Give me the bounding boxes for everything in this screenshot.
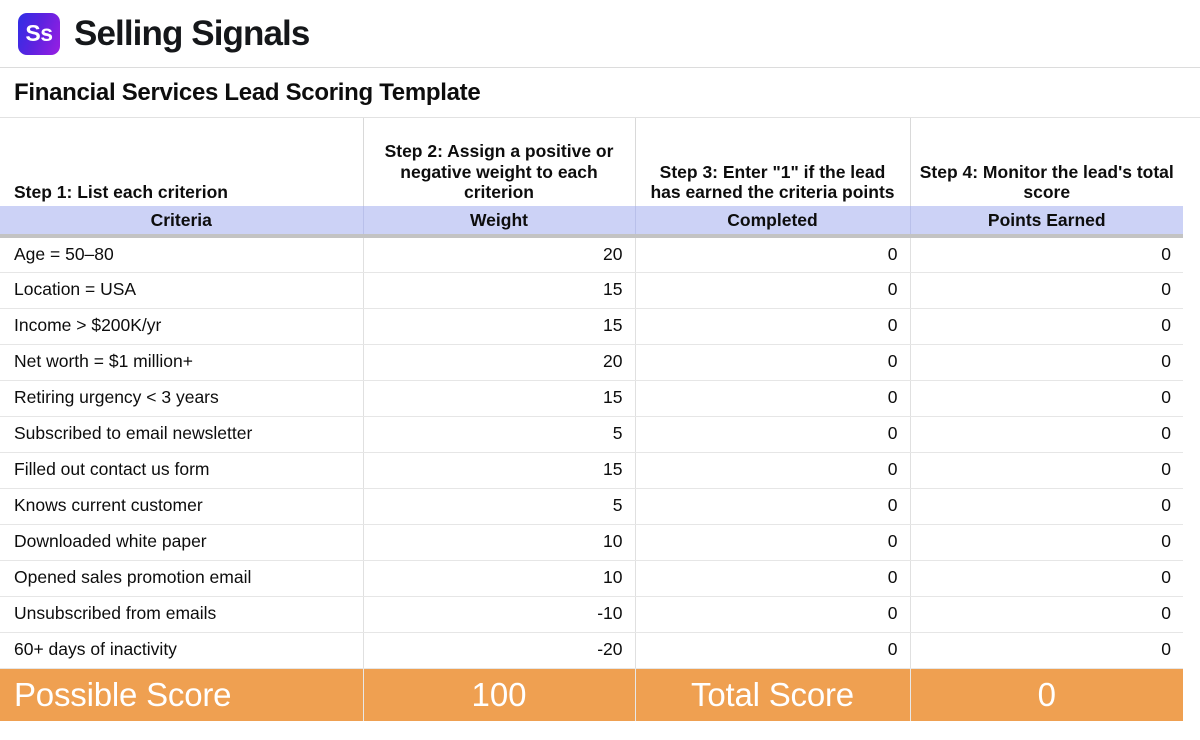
weight-cell[interactable]: -20 (363, 632, 636, 669)
completed-cell[interactable]: 0 (635, 236, 911, 273)
points-earned-cell: 0 (910, 632, 1183, 669)
completed-cell[interactable]: 0 (635, 452, 911, 489)
table-row: Age = 50–80 20 0 0 (0, 236, 1183, 273)
points-earned-cell: 0 (910, 452, 1183, 489)
spreadsheet-page: Ss Selling Signals Financial Services Le… (0, 0, 1200, 740)
page-title: Financial Services Lead Scoring Template (0, 68, 1200, 118)
weight-cell[interactable]: 20 (363, 344, 636, 381)
column-header-points-earned: Points Earned (910, 206, 1183, 238)
completed-cell[interactable]: 0 (635, 596, 911, 633)
points-earned-cell: 0 (910, 380, 1183, 417)
criteria-cell: Subscribed to email newsletter (0, 416, 364, 453)
logo-monogram: Ss (25, 20, 53, 46)
table-row: Subscribed to email newsletter 5 0 0 (0, 416, 1183, 453)
points-earned-cell: 0 (910, 560, 1183, 597)
total-score-value: 0 (910, 667, 1183, 721)
table-row: Net worth = $1 million+ 20 0 0 (0, 344, 1183, 381)
weight-cell[interactable]: 5 (363, 488, 636, 525)
weight-cell[interactable]: 15 (363, 272, 636, 309)
completed-cell[interactable]: 0 (635, 560, 911, 597)
possible-score-value: 100 (363, 667, 636, 721)
criteria-cell: Retiring urgency < 3 years (0, 380, 364, 417)
table-row: Unsubscribed from emails -10 0 0 (0, 596, 1183, 633)
step-2-instruction: Step 2: Assign a positive or negative we… (363, 118, 636, 206)
weight-cell[interactable]: 10 (363, 560, 636, 597)
criteria-cell: 60+ days of inactivity (0, 632, 364, 669)
step-1-instruction: Step 1: List each criterion (0, 118, 364, 206)
points-earned-cell: 0 (910, 596, 1183, 633)
column-header-criteria: Criteria (0, 206, 364, 238)
table-row: Opened sales promotion email 10 0 0 (0, 560, 1183, 597)
step-instructions-row: Step 1: List each criterion Step 2: Assi… (0, 118, 1183, 206)
brand-name: Selling Signals (74, 14, 310, 53)
weight-cell[interactable]: 15 (363, 380, 636, 417)
criteria-cell: Unsubscribed from emails (0, 596, 364, 633)
completed-cell[interactable]: 0 (635, 524, 911, 561)
column-header-completed: Completed (635, 206, 911, 238)
step-4-instruction: Step 4: Monitor the lead's total score (919, 161, 1174, 203)
lead-scoring-table: Step 1: List each criterion Step 2: Assi… (0, 118, 1183, 721)
completed-cell[interactable]: 0 (635, 416, 911, 453)
total-score-label: Total Score (635, 667, 911, 721)
weight-cell[interactable]: 10 (363, 524, 636, 561)
table-row: Income > $200K/yr 15 0 0 (0, 308, 1183, 345)
points-earned-cell: 0 (910, 488, 1183, 525)
table-row: Downloaded white paper 10 0 0 (0, 524, 1183, 561)
criteria-cell: Opened sales promotion email (0, 560, 364, 597)
step-3-instruction: Step 3: Enter "1" if the lead has earned… (635, 118, 911, 206)
points-earned-cell: 0 (910, 236, 1183, 273)
weight-cell[interactable]: 5 (363, 416, 636, 453)
completed-cell[interactable]: 0 (635, 632, 911, 669)
criteria-cell: Downloaded white paper (0, 524, 364, 561)
points-earned-cell: 0 (910, 524, 1183, 561)
weight-cell[interactable]: 20 (363, 236, 636, 273)
completed-cell[interactable]: 0 (635, 488, 911, 525)
criteria-cell: Knows current customer (0, 488, 364, 525)
weight-cell[interactable]: 15 (363, 308, 636, 345)
points-earned-cell: 0 (910, 272, 1183, 309)
completed-cell[interactable]: 0 (635, 272, 911, 309)
table-row: Location = USA 15 0 0 (0, 272, 1183, 309)
weight-cell[interactable]: -10 (363, 596, 636, 633)
criteria-cell: Income > $200K/yr (0, 308, 364, 345)
points-earned-cell: 0 (910, 308, 1183, 345)
table-row: 60+ days of inactivity -20 0 0 (0, 632, 1183, 669)
column-header-row: Criteria Weight Completed Points Earned (0, 206, 1183, 238)
selling-signals-logo-icon: Ss (18, 12, 60, 55)
completed-cell[interactable]: 0 (635, 308, 911, 345)
criteria-cell: Net worth = $1 million+ (0, 344, 364, 381)
completed-cell[interactable]: 0 (635, 380, 911, 417)
points-earned-cell: 0 (910, 344, 1183, 381)
brand-header: Ss Selling Signals (0, 0, 1200, 68)
points-earned-cell: 0 (910, 416, 1183, 453)
criteria-cell: Location = USA (0, 272, 364, 309)
possible-score-label: Possible Score (0, 667, 364, 721)
weight-cell[interactable]: 15 (363, 452, 636, 489)
table-row: Filled out contact us form 15 0 0 (0, 452, 1183, 489)
column-header-weight: Weight (363, 206, 636, 238)
criteria-cell: Filled out contact us form (0, 452, 364, 489)
table-row: Retiring urgency < 3 years 15 0 0 (0, 380, 1183, 417)
completed-cell[interactable]: 0 (635, 344, 911, 381)
table-row: Knows current customer 5 0 0 (0, 488, 1183, 525)
criteria-cell: Age = 50–80 (0, 236, 364, 273)
score-summary-row: Possible Score 100 Total Score 0 (0, 667, 1183, 721)
